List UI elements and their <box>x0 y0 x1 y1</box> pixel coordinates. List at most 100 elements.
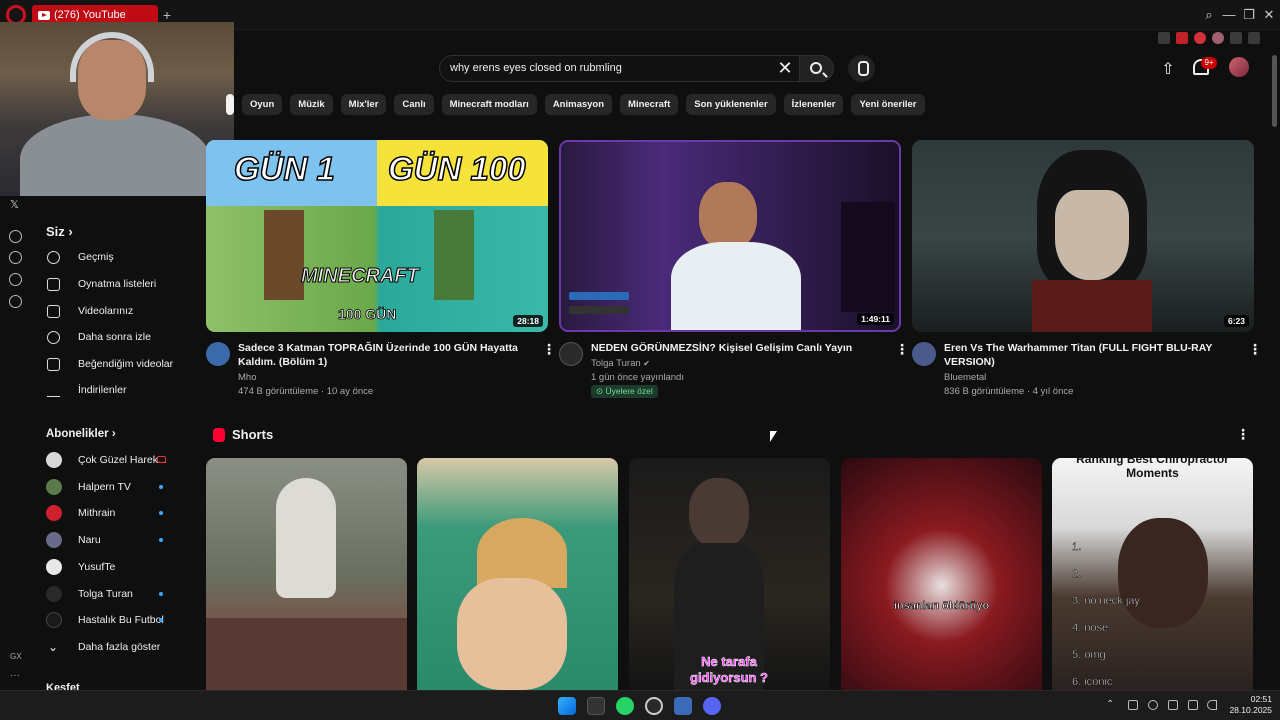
short-thumbnail[interactable]: Ranking Best Chiropractor Moments 1. 2. … <box>1052 458 1253 690</box>
browser-extension-icons <box>1158 30 1280 46</box>
chip-filter[interactable]: Son yüklenenler <box>686 94 776 115</box>
ranking-item: 4. nose <box>1072 622 1109 634</box>
sidebar-sub-item[interactable]: Çok Güzel Harek... <box>30 447 206 473</box>
ranking-item: 5. omg <box>1072 649 1106 661</box>
short-thumbnail[interactable] <box>206 458 407 690</box>
minecraft-character <box>434 210 474 300</box>
create-upload-icon[interactable]: ⇧ <box>1160 59 1176 78</box>
sidebar-sub-item[interactable]: Halpern TV <box>30 474 206 500</box>
start-menu-icon[interactable] <box>558 697 576 715</box>
shorts-more-icon[interactable]: ⋮ <box>1236 426 1250 442</box>
search-button[interactable] <box>800 55 834 82</box>
sidebar-item-watch-later[interactable]: Daha sonra izle <box>30 324 206 350</box>
sidebar-sub-item[interactable]: Tolga Turan <box>30 581 206 607</box>
channel-avatar[interactable] <box>206 342 230 366</box>
video-title[interactable]: NEDEN GÖRÜNMEZSİN? Kişisel Gelişim Canlı… <box>591 341 881 355</box>
obs-icon[interactable] <box>645 697 663 715</box>
channel-name[interactable]: Mho <box>238 372 256 383</box>
sidebar-sub-item[interactable]: Hastalık Bu Futbol <box>30 607 206 633</box>
taskbar-date[interactable]: 28.10.2025 <box>1226 705 1272 715</box>
video-thumbnail[interactable]: 6:23 <box>912 140 1254 332</box>
more-actions-icon[interactable]: ⋮ <box>895 342 909 356</box>
sidebar-sub-item[interactable]: Naru <box>30 527 206 553</box>
extensions-icon[interactable] <box>9 273 22 286</box>
short-thumbnail[interactable] <box>417 458 618 690</box>
close-window-button[interactable]: ✕ <box>1260 6 1278 24</box>
network-icon[interactable] <box>1188 700 1198 710</box>
chip-all[interactable] <box>226 94 234 115</box>
channel-name[interactable]: Bluemetal <box>944 372 986 383</box>
taskbar-time[interactable]: 02:51 <box>1236 694 1272 704</box>
sidebar-item-playlists[interactable]: Oynatma listeleri <box>30 271 206 297</box>
search-input[interactable]: why erens eyes closed on rubmling <box>439 55 800 82</box>
page-scrollbar[interactable] <box>1272 55 1277 127</box>
video-title[interactable]: Eren Vs The Warhammer Titan (FULL FIGHT … <box>944 341 1234 369</box>
more-actions-icon[interactable]: ⋮ <box>542 342 556 356</box>
chip-filter[interactable]: İzlenenler <box>783 94 844 115</box>
chip-filter[interactable]: Canlı <box>394 94 434 115</box>
sidebar-item-downloads[interactable]: İndirilenler <box>30 377 206 403</box>
sidebar-item-history[interactable]: Geçmiş <box>30 244 206 270</box>
task-view-icon[interactable] <box>587 697 605 715</box>
chip-filter[interactable]: Yeni öneriler <box>851 94 925 115</box>
playlist-icon <box>47 278 60 291</box>
video-meta: 474 B görüntüleme · 10 ay önce <box>238 386 374 397</box>
show-more-button[interactable]: ⌄ Daha fazla göster <box>30 634 206 660</box>
short-thumbnail[interactable]: Ne tarafa gidiyorsun ? <box>629 458 830 690</box>
x-icon[interactable]: 𝕏 <box>10 198 19 211</box>
explore-section-header[interactable]: Keşfet <box>46 682 80 690</box>
heart-icon[interactable] <box>1194 32 1206 44</box>
voice-search-button[interactable] <box>848 55 875 82</box>
adblock-icon[interactable] <box>1176 32 1188 44</box>
crowd <box>206 618 407 690</box>
channel-name[interactable]: Tolga Turan ✔ <box>591 358 650 369</box>
volume-icon[interactable] <box>1207 700 1217 710</box>
search-tabs-icon[interactable]: ⌕ <box>1200 6 1218 24</box>
minimize-button[interactable]: — <box>1220 6 1238 24</box>
menu-icon[interactable] <box>1248 32 1260 44</box>
maximize-button[interactable]: ❐ <box>1240 6 1258 24</box>
video-card[interactable]: 1:49:11 NEDEN GÖRÜNMEZSİN? Kişisel Geliş… <box>559 140 909 398</box>
video-title[interactable]: Sadece 3 Katman TOPRAĞIN Üzerinde 100 GÜ… <box>238 341 528 369</box>
video-thumbnail[interactable]: GÜN 1 GÜN 100 MINECRAFT 100 GÜN 28:18 <box>206 140 548 332</box>
more-icon[interactable]: ··· <box>10 670 20 681</box>
subscriptions-section-header[interactable]: Abonelikler › <box>46 428 116 440</box>
new-tab-button[interactable]: + <box>160 8 174 22</box>
chip-filter[interactable]: Minecraft <box>620 94 679 115</box>
tray-icon[interactable] <box>1128 700 1138 710</box>
more-actions-icon[interactable]: ⋮ <box>1248 342 1262 356</box>
player-icon[interactable] <box>9 230 22 243</box>
sidebar-item-liked-videos[interactable]: Beğendiğim videolar <box>30 351 206 377</box>
channel-avatar[interactable] <box>912 342 936 366</box>
profile-icon[interactable] <box>1212 32 1224 44</box>
video-card[interactable]: GÜN 1 GÜN 100 MINECRAFT 100 GÜN 28:18 Sa… <box>206 140 556 397</box>
video-thumbnail[interactable]: 1:49:11 <box>559 140 901 332</box>
chevron-up-icon[interactable]: ⌃ <box>1106 699 1114 710</box>
clear-search-button[interactable]: ✕ <box>772 55 798 82</box>
discord-icon[interactable] <box>703 697 721 715</box>
chip-filter[interactable]: Müzik <box>290 94 333 115</box>
short-thumbnail[interactable]: insanları öldürüyo <box>841 458 1042 690</box>
channel-avatar[interactable] <box>559 342 583 366</box>
snapshot-icon[interactable] <box>1158 32 1170 44</box>
chip-filter[interactable]: Animasyon <box>544 94 613 115</box>
video-duration: 6:23 <box>1223 315 1249 327</box>
whatsapp-icon[interactable] <box>616 697 634 715</box>
app-icon[interactable] <box>674 697 692 715</box>
mic-tray-icon[interactable] <box>1148 700 1158 710</box>
history-icon[interactable] <box>9 251 22 264</box>
chip-filter[interactable]: Oyun <box>242 94 283 115</box>
sidebar-sub-item[interactable]: Mithrain <box>30 500 206 526</box>
chip-filter[interactable]: Minecraft modları <box>441 94 537 115</box>
settings-icon[interactable] <box>9 295 22 308</box>
you-section-header[interactable]: Siz › <box>46 224 73 239</box>
chip-filter[interactable]: Mix'ler <box>340 94 387 115</box>
clock-icon <box>47 331 60 344</box>
webcam-overlay <box>0 22 234 196</box>
sidebar-item-your-videos[interactable]: Videolarınız <box>30 298 206 324</box>
keyboard-tray-icon[interactable] <box>1168 700 1178 710</box>
account-avatar[interactable] <box>1229 57 1249 77</box>
download-icon[interactable] <box>1230 32 1242 44</box>
sidebar-sub-item[interactable]: YusufTe <box>30 554 206 580</box>
video-card[interactable]: 6:23 Eren Vs The Warhammer Titan (FULL F… <box>912 140 1262 397</box>
